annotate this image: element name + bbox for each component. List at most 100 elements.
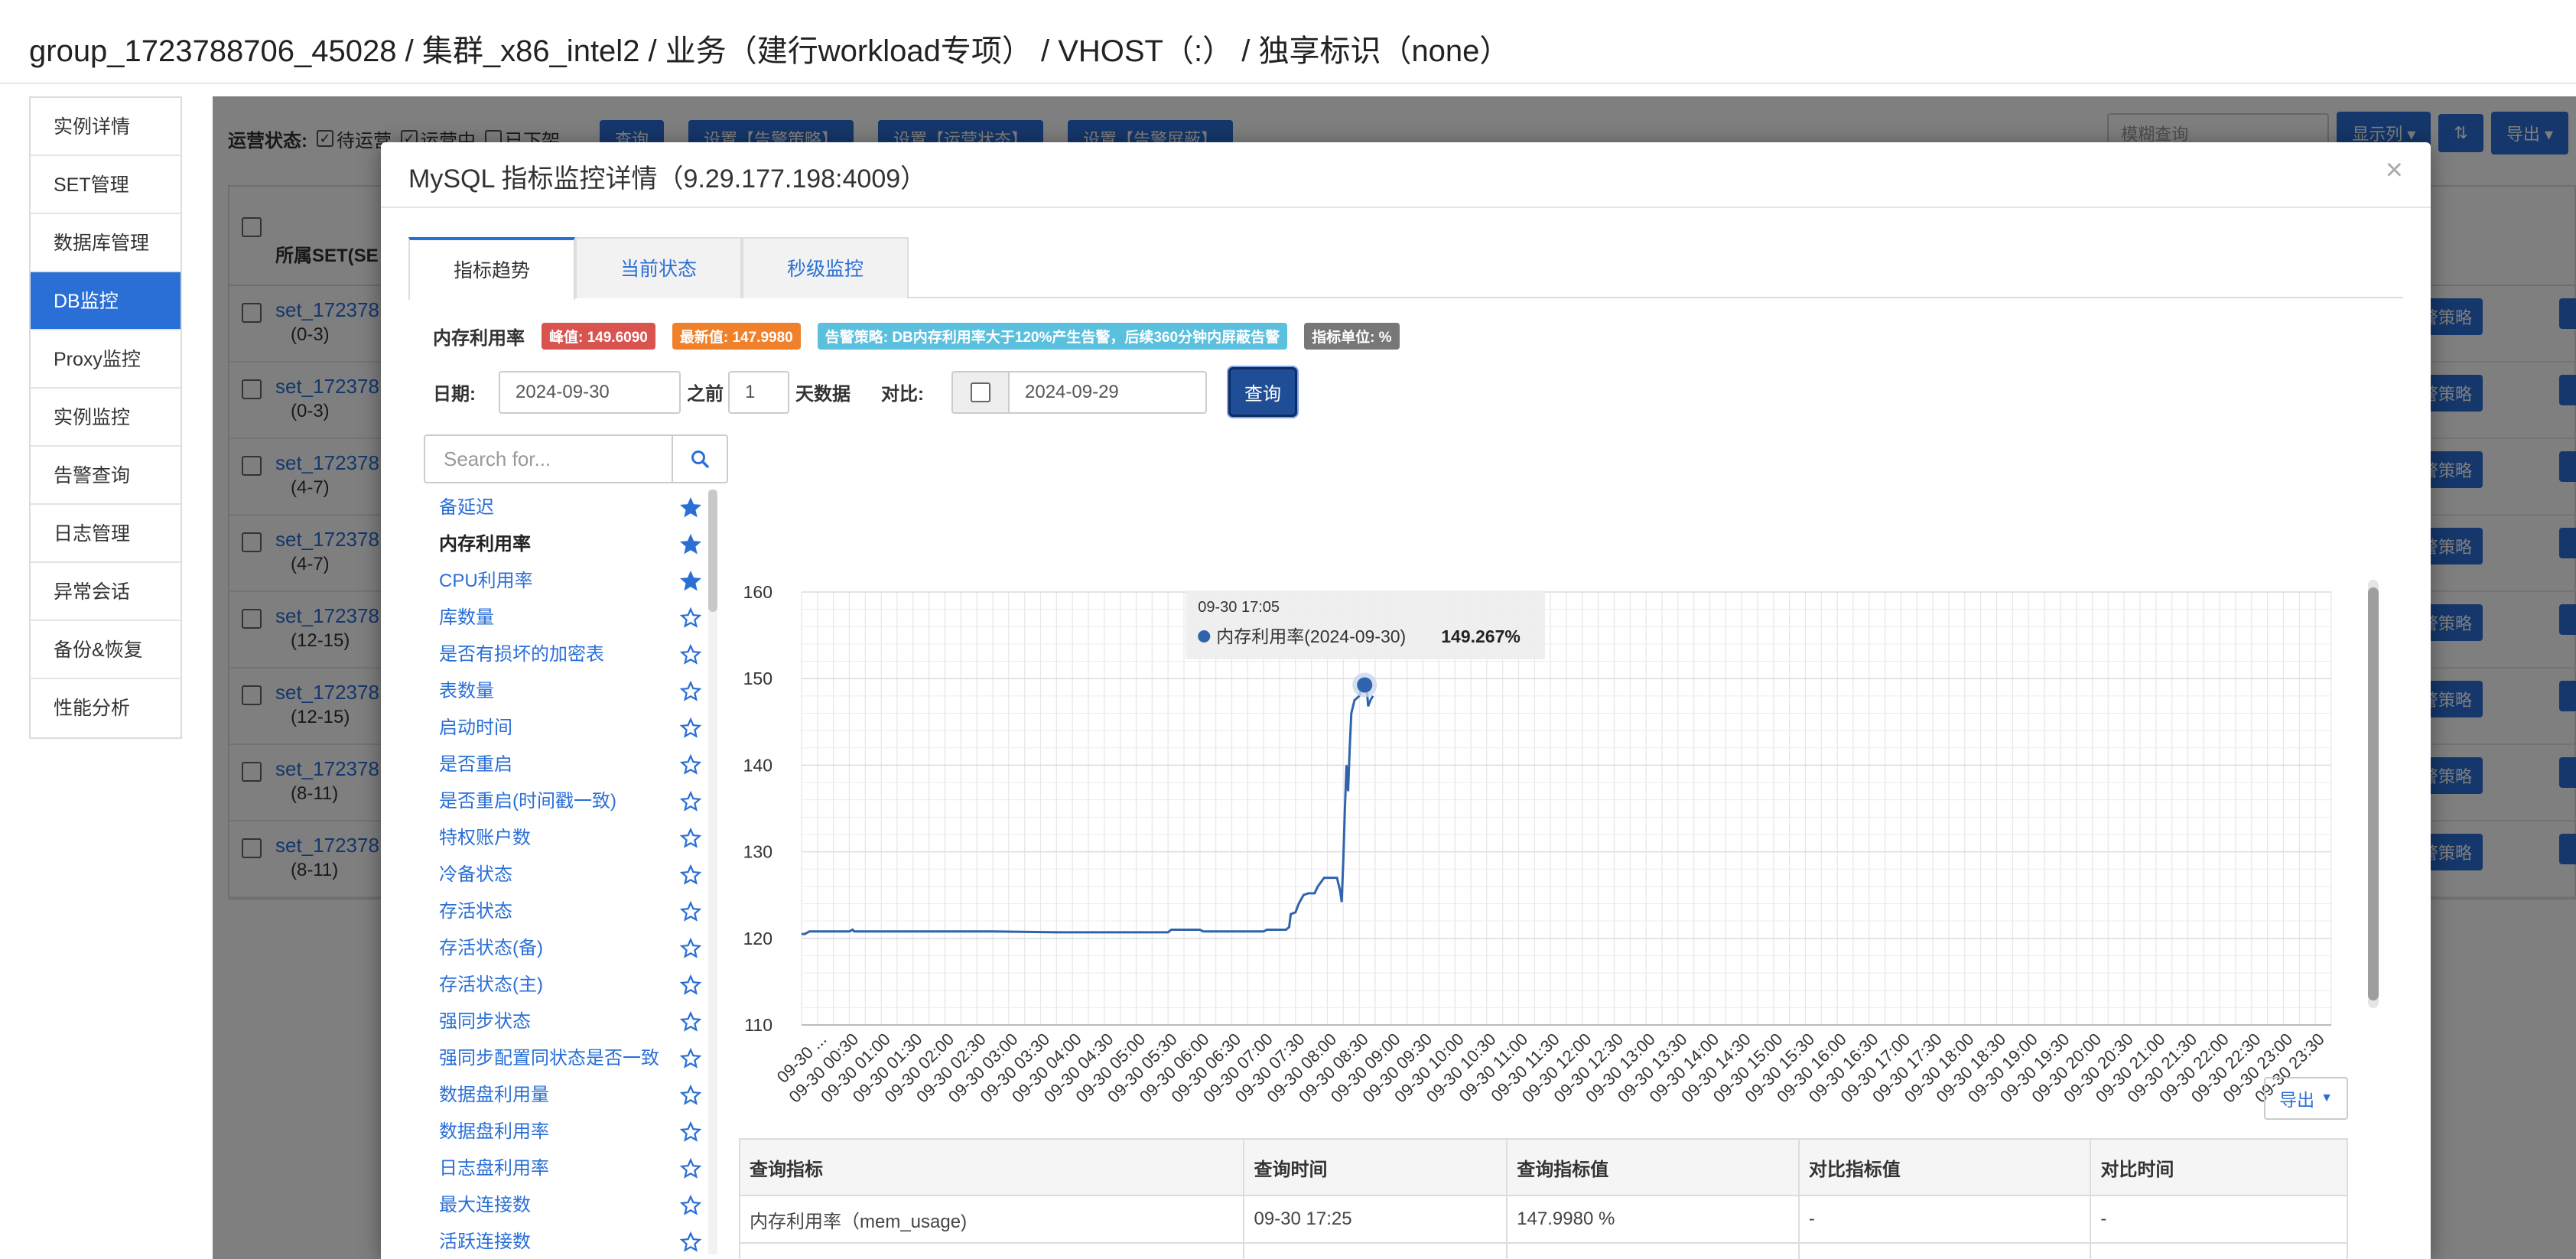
result-header-cell: 查询指标 [738,1138,1245,1196]
metric-list-item[interactable]: 备延迟 [424,490,745,526]
metric-list-item[interactable]: 是否重启(时间戳一致) [424,783,745,820]
sidebar-item-1[interactable]: SET管理 [31,156,181,214]
tooltip-marker [1198,630,1211,643]
metric-label: 表数量 [439,681,494,701]
y-tick-label: 140 [743,755,772,775]
result-cell: - [2090,1195,2348,1244]
result-header-cell: 对比指标值 [1797,1138,2092,1196]
result-cell: 内存利用率（mem_usage) [738,1195,1245,1244]
metric-detail-modal: MySQL 指标监控详情（9.29.177.198:4009） × 指标趋势 当… [381,142,2431,1259]
metric-label: 存活状态(备) [439,938,543,958]
metric-summary: 内存利用率 峰值: 149.6090 最新值: 147.9980 告警策略: D… [433,323,1400,350]
metric-label: 活跃连接数 [439,1231,531,1252]
sidebar-item-8[interactable]: 异常会话 [31,563,181,621]
sidebar-item-6[interactable]: 告警查询 [31,447,181,505]
hover-point [1357,677,1373,693]
metric-list-item[interactable]: 数据盘利用量 [424,1077,745,1114]
result-header-cell: 对比时间 [2090,1138,2348,1196]
metric-list-item[interactable]: 特权账户数 [424,820,745,857]
table-row: 内存利用率（mem_usage)09-30 17:24147.9980 % [738,1242,2348,1259]
metric-label: 内存利用率 [439,534,531,555]
days-input[interactable]: 1 [728,370,789,414]
result-cell: 147.9980 % [1506,1195,1800,1244]
result-cell [1797,1242,2092,1259]
tooltip-time: 09-30 17:05 [1198,599,1280,616]
metric-search-input[interactable]: Search for... [425,436,672,482]
metric-list-item[interactable]: 内存利用率 [424,526,745,563]
metric-list-item[interactable]: 最大连接数 [424,1187,745,1224]
y-tick-label: 160 [743,582,772,602]
y-tick-label: 120 [743,929,772,948]
metric-label: 库数量 [439,607,494,628]
tab-second-monitor[interactable]: 秒级监控 [742,237,909,298]
metric-label: 数据盘利用量 [439,1085,549,1105]
metric-label: 数据盘利用率 [439,1121,549,1142]
days-label: 天数据 [795,384,851,405]
tab-current-status[interactable]: 当前状态 [575,237,742,298]
metric-list-item[interactable]: 活跃连接数 [424,1224,745,1259]
sidebar-item-7[interactable]: 日志管理 [31,505,181,563]
result-cell: 147.9980 % [1506,1242,1800,1259]
metric-label: 冷备状态 [439,864,512,885]
sidebar-item-2[interactable]: 数据库管理 [31,214,181,272]
sidebar: 实例详情 SET管理 数据库管理 DB监控 Proxy监控 实例监控 告警查询 日志管理 异常会… [29,96,182,739]
metric-label: 是否重启 [439,754,512,775]
search-icon[interactable] [672,436,727,482]
metric-list-scrollbar[interactable] [708,490,717,1254]
metric-list-item[interactable]: 强同步配置同状态是否一致 [424,1040,745,1077]
metric-list-item[interactable]: CPU利用率 [424,563,745,600]
y-tick-label: 110 [744,1015,772,1035]
metric-list-item[interactable]: 是否重启 [424,747,745,783]
metric-list-item[interactable]: 存活状态 [424,893,745,930]
compare-date-input[interactable]: 2024-09-29 [1010,370,1207,414]
compare-checkbox[interactable] [951,370,1010,414]
sidebar-item-10[interactable]: 性能分析 [31,679,181,737]
unit-badge: 指标单位: % [1304,323,1400,350]
star-outline-icon[interactable] [679,1230,702,1259]
result-cell: 09-30 17:24 [1243,1242,1508,1259]
result-table: 查询指标 查询时间 查询指标值 对比指标值 对比时间 内存利用率（mem_usage) 0… [738,1138,2348,1259]
sidebar-item-0[interactable]: 实例详情 [31,98,181,156]
metric-list-item[interactable]: 强同步状态 [424,1004,745,1040]
metric-list-item[interactable]: 是否有损坏的加密表 [424,636,745,673]
metric-list-item[interactable]: 数据盘利用率 [424,1114,745,1150]
result-cell [2090,1242,2348,1259]
metric-label: 是否重启(时间戳一致) [439,791,616,812]
metric-list-item[interactable]: 库数量 [424,600,745,636]
y-tick-label: 150 [743,669,772,688]
modal-tabs: 指标趋势 当前状态 秒级监控 [408,237,2403,300]
metric-label: 存活状态 [439,901,512,922]
metric-list-item[interactable]: 日志盘利用率 [424,1150,745,1187]
sidebar-item-9[interactable]: 备份&恢复 [31,621,181,679]
metric-label: 最大连接数 [439,1195,531,1215]
metric-list-item[interactable]: 存活状态(备) [424,930,745,967]
metric-label: 特权账户数 [439,828,531,848]
metric-search[interactable]: Search for... [424,434,728,483]
sidebar-item-5[interactable]: 实例监控 [31,389,181,447]
sidebar-item-4[interactable]: Proxy监控 [31,330,181,389]
metric-label: 备延迟 [439,497,494,518]
metric-list-item[interactable]: 表数量 [424,673,745,710]
metric-label: 强同步状态 [439,1011,531,1032]
metric-label: 启动时间 [439,717,512,738]
metric-list: 备延迟内存利用率 CPU利用率库数量是否有损坏的加密表表数量启动时间是否重启是否重… [424,490,745,1259]
metric-list-item[interactable]: 存活状态(主) [424,967,745,1004]
close-icon[interactable]: × [2386,153,2403,187]
date-input[interactable]: 2024-09-30 [499,370,681,414]
tab-metric-trend[interactable]: 指标趋势 [408,237,575,300]
modal-title: MySQL 指标监控详情（9.29.177.198:4009） [408,164,927,194]
export-button[interactable]: 导出 ▼ [2264,1077,2348,1120]
metric-list-item[interactable]: 冷备状态 [424,857,745,893]
metric-label: 日志盘利用率 [439,1158,549,1179]
metric-label: 存活状态(主) [439,974,543,995]
chart-scrollbar[interactable] [2368,580,2379,1008]
sidebar-item-3[interactable]: DB监控 [31,272,181,330]
result-header-cell: 查询指标值 [1506,1138,1800,1196]
alarm-policy-badge: 告警策略: DB内存利用率大于120%产生告警，后续360分钟内屏蔽告警 [817,323,1288,350]
query-button[interactable]: 查询 [1228,367,1297,417]
result-header-cell: 查询时间 [1243,1138,1508,1196]
table-row: 内存利用率（mem_usage) 09-30 17:25 147.9980 % - - [738,1195,2348,1244]
metric-list-item[interactable]: 启动时间 [424,710,745,747]
query-form: 日期: 2024-09-30 之前 1 天数据 对比: 2024-09-29 查… [433,367,1297,417]
latest-badge: 最新值: 147.9980 [672,323,801,350]
